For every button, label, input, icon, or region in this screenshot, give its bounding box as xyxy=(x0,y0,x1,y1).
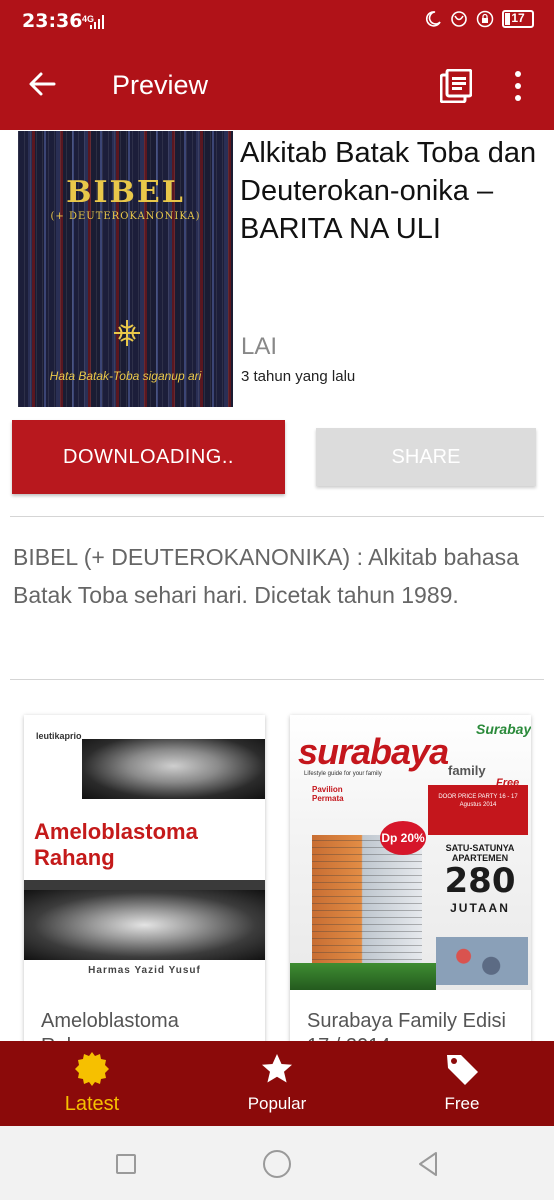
advert-unit: JUTAAN xyxy=(450,901,510,915)
cover-author: Harmas Yazid Yusuf xyxy=(88,965,201,976)
nav-label: Popular xyxy=(247,1094,307,1113)
tag-icon xyxy=(447,1055,478,1085)
do-not-disturb-icon xyxy=(451,11,467,27)
cover-heading: Ameloblastoma Rahang xyxy=(34,819,198,871)
related-book-cover: leutikaprio Ameloblastoma Rahang Harmas … xyxy=(24,715,265,990)
book-date: 3 tahun yang lalu xyxy=(241,368,356,385)
status-bar: 23:36 4G 17 xyxy=(0,0,554,42)
download-button[interactable]: DOWNLOADING.. xyxy=(12,420,285,494)
book-cover: BIBEL (+ DEUTEROKANONIKA) Hata Batak-Tob… xyxy=(18,131,233,407)
cross-emblem-icon xyxy=(114,320,140,346)
nav-label: Free xyxy=(444,1094,480,1113)
cover-heading-line: Rahang xyxy=(34,845,115,870)
magazine-logo: surabaya xyxy=(298,731,449,772)
divider xyxy=(10,516,544,517)
advert-badge: Dp 20% xyxy=(380,821,426,855)
cover-subtitle: (+ DEUTEROKANONIKA) xyxy=(50,211,201,222)
xray-image xyxy=(24,890,265,960)
home-icon[interactable] xyxy=(263,1150,291,1178)
bottom-navigation: Latest Popular Free xyxy=(0,1041,554,1126)
cover-tagline: Lifestyle guide for your family xyxy=(304,771,382,777)
related-book-card[interactable]: Surabaya surabaya Lifestyle guide for yo… xyxy=(290,715,531,1055)
book-author: LAI xyxy=(241,333,278,360)
book-description: BIBEL (+ DEUTEROKANONIKA) : Alkitab baha… xyxy=(13,544,519,608)
book-title: Alkitab Batak Toba dan Deuterokan-onika … xyxy=(240,137,537,245)
nav-popular[interactable]: Popular xyxy=(185,1041,369,1126)
more-options-icon[interactable] xyxy=(510,69,526,103)
moon-icon xyxy=(425,11,441,27)
cover-script-logo: Surabaya xyxy=(476,721,531,737)
divider xyxy=(10,679,544,680)
advert-headline: SATU-SATUNYA APARTEMEN xyxy=(445,843,515,863)
publisher-logo: leutikaprio xyxy=(36,731,82,741)
nav-free[interactable]: Free xyxy=(370,1041,554,1126)
advert-banner: DOOR PRICE PARTY 16 - 17 Agustus 2014 xyxy=(428,785,528,835)
page-title: Preview xyxy=(112,70,209,100)
cover-footer: Hata Batak-Toba siganup ari xyxy=(49,369,202,383)
advert-price: 280 xyxy=(444,861,516,901)
back-triangle-icon[interactable] xyxy=(414,1150,442,1178)
cover-band xyxy=(24,880,265,890)
related-book-cover: Surabaya surabaya Lifestyle guide for yo… xyxy=(290,715,531,990)
app-bar: Preview xyxy=(0,42,554,130)
garden-image xyxy=(290,963,436,990)
related-book-card[interactable]: leutikaprio Ameloblastoma Rahang Harmas … xyxy=(24,715,265,1055)
sun-badge-icon xyxy=(75,1052,109,1086)
battery-icon: 17 xyxy=(502,10,534,28)
nav-label: Latest xyxy=(64,1093,120,1115)
recent-apps-icon[interactable] xyxy=(116,1154,136,1174)
cover-title: BIBEL xyxy=(66,175,185,210)
system-navigation-bar xyxy=(0,1126,554,1200)
battery-level: 17 xyxy=(511,11,525,25)
lock-icon xyxy=(476,10,494,28)
star-icon xyxy=(262,1054,292,1083)
back-arrow-icon[interactable] xyxy=(26,68,58,100)
library-icon[interactable] xyxy=(440,69,472,103)
advert-brand: Pavilion Permata xyxy=(312,785,344,803)
nav-latest[interactable]: Latest xyxy=(0,1041,184,1126)
cover-family: family xyxy=(448,763,486,778)
xray-image xyxy=(82,739,265,799)
status-time: 23:36 xyxy=(22,10,83,32)
cover-heading-line: Ameloblastoma xyxy=(34,819,198,844)
crowd-photo xyxy=(436,937,528,985)
signal-icon xyxy=(90,15,104,29)
share-button[interactable]: SHARE xyxy=(316,428,536,486)
